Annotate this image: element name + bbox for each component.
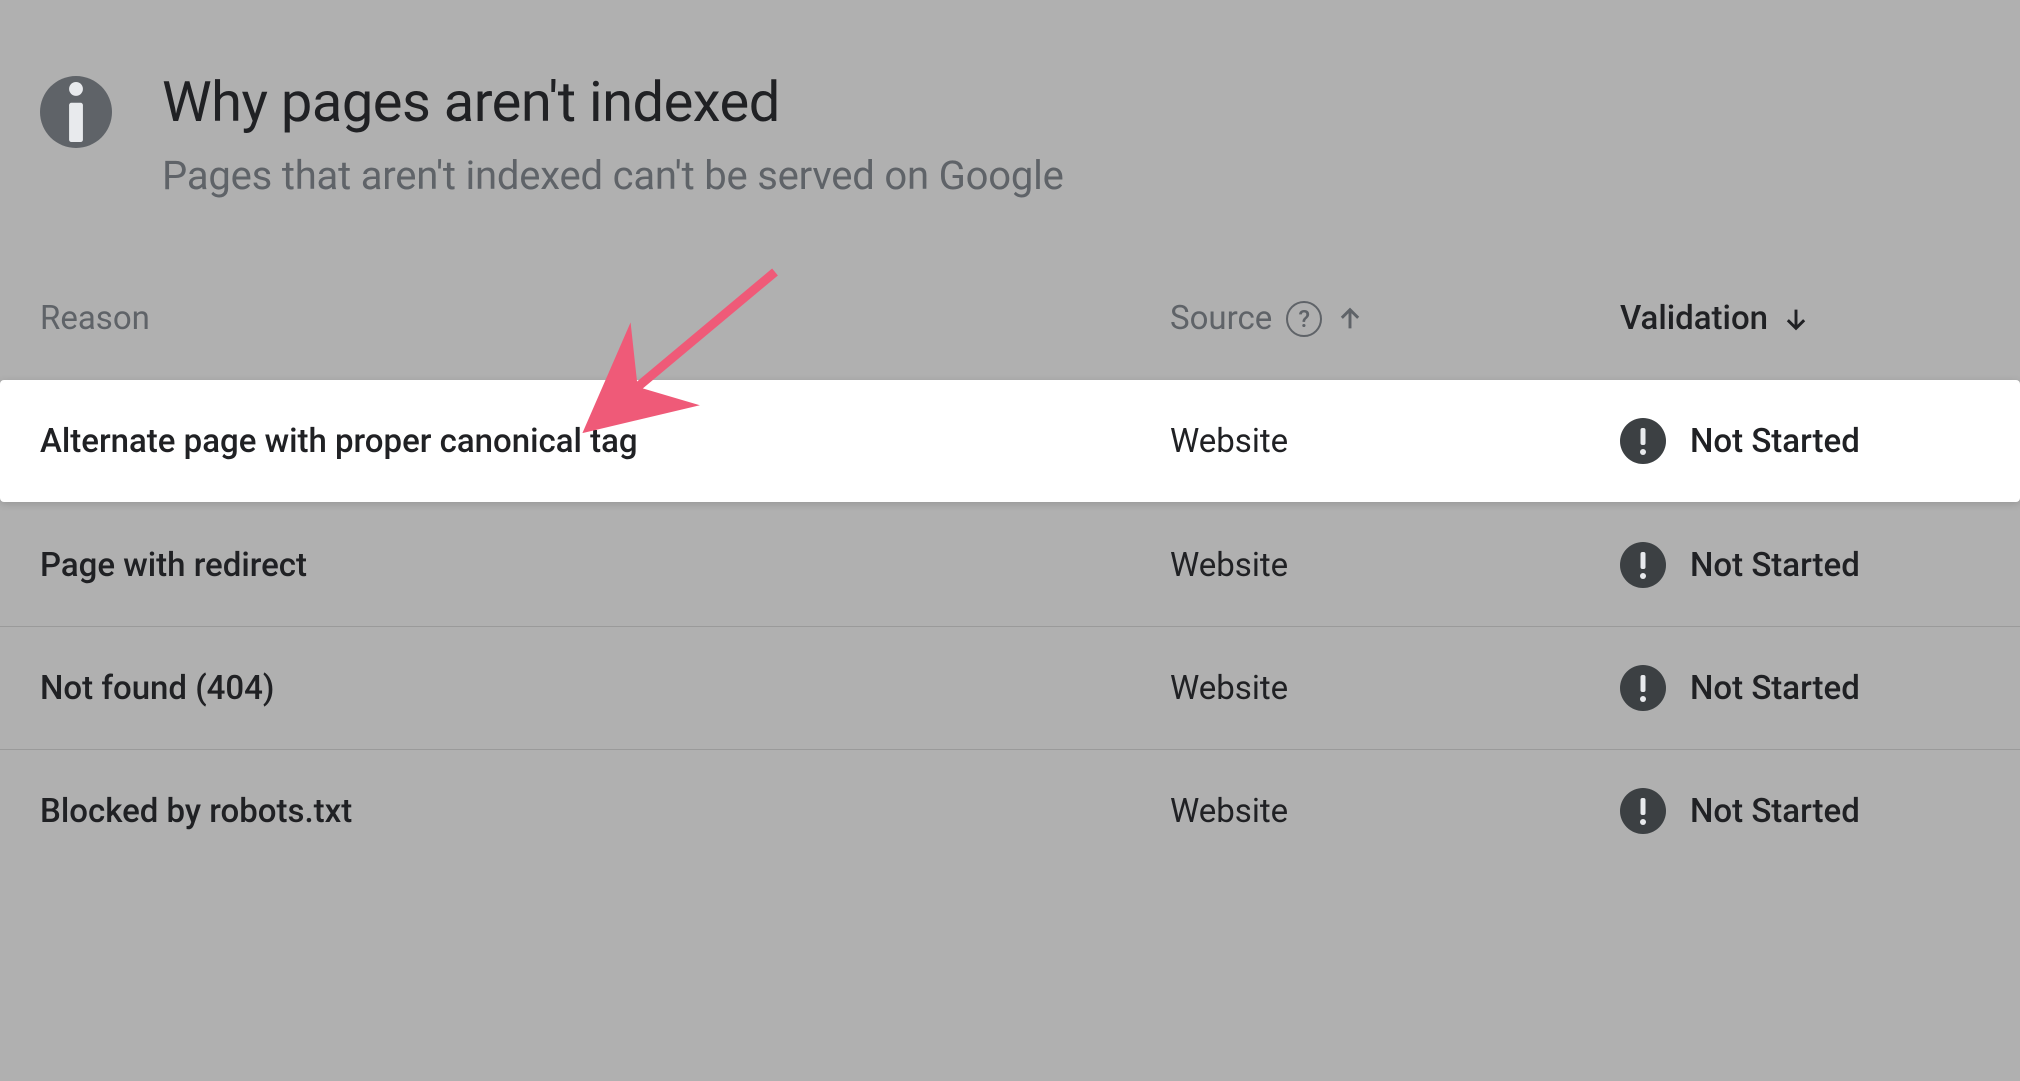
info-icon xyxy=(40,76,112,148)
page-title: Why pages aren't indexed xyxy=(162,70,1980,134)
source-cell: Website xyxy=(1170,422,1620,461)
validation-status: Not Started xyxy=(1690,546,1860,585)
source-cell: Website xyxy=(1170,792,1620,831)
page-header: Why pages aren't indexed Pages that aren… xyxy=(0,0,2020,199)
validation-status: Not Started xyxy=(1690,669,1860,708)
validation-status: Not Started xyxy=(1690,792,1860,831)
validation-cell: Not Started xyxy=(1620,788,1980,834)
validation-cell: Not Started xyxy=(1620,418,1980,464)
table-row[interactable]: Alternate page with proper canonical tag… xyxy=(0,380,2020,502)
exclamation-icon xyxy=(1620,788,1666,834)
exclamation-icon xyxy=(1620,665,1666,711)
index-issues-table: Reason Source ? Validation Alternate pag… xyxy=(0,299,2020,872)
column-header-source-label: Source xyxy=(1170,299,1272,338)
page-subtitle: Pages that aren't indexed can't be serve… xyxy=(162,152,1980,199)
exclamation-icon xyxy=(1620,418,1666,464)
reason-cell: Alternate page with proper canonical tag xyxy=(40,422,1170,461)
table-row[interactable]: Not found (404)Website Not Started xyxy=(0,626,2020,749)
reason-cell: Page with redirect xyxy=(40,546,1170,585)
help-icon[interactable]: ? xyxy=(1286,301,1322,337)
source-cell: Website xyxy=(1170,546,1620,585)
validation-cell: Not Started xyxy=(1620,665,1980,711)
table-row[interactable]: Blocked by robots.txtWebsite Not Started xyxy=(0,749,2020,872)
source-cell: Website xyxy=(1170,669,1620,708)
column-header-validation-label: Validation xyxy=(1620,299,1768,338)
column-header-validation[interactable]: Validation xyxy=(1620,299,1980,338)
arrow-up-icon xyxy=(1336,305,1364,333)
table-header-row: Reason Source ? Validation xyxy=(0,299,2020,380)
arrow-down-icon xyxy=(1782,305,1810,333)
validation-status: Not Started xyxy=(1690,422,1860,461)
column-header-reason[interactable]: Reason xyxy=(40,299,1170,338)
reason-cell: Not found (404) xyxy=(40,669,1170,708)
column-header-source[interactable]: Source ? xyxy=(1170,299,1620,338)
table-row[interactable]: Page with redirectWebsite Not Started xyxy=(0,504,2020,626)
exclamation-icon xyxy=(1620,542,1666,588)
reason-cell: Blocked by robots.txt xyxy=(40,792,1170,831)
validation-cell: Not Started xyxy=(1620,542,1980,588)
